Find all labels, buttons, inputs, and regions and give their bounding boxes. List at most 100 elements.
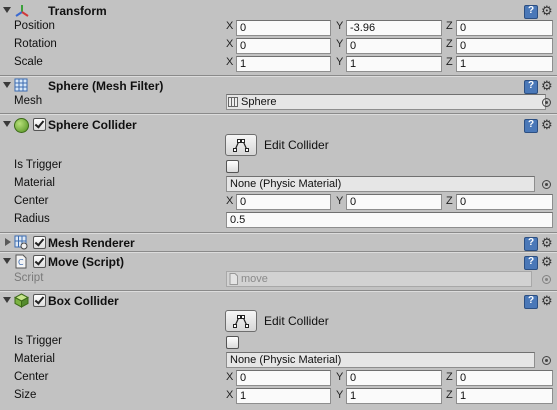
help-icon[interactable] (524, 5, 538, 19)
axis-y-label: Y (336, 371, 344, 383)
edit-collider-button[interactable] (225, 134, 257, 156)
scale-label: Scale (14, 56, 43, 68)
center-z-field[interactable]: 0 (456, 370, 553, 386)
axis-y-label: Y (336, 38, 344, 50)
mesh-renderer-header[interactable]: Mesh Renderer ⚙ (0, 234, 557, 252)
center-label: Center (14, 371, 49, 383)
axis-z-label: Z (446, 371, 453, 383)
help-icon[interactable] (524, 80, 538, 94)
transform-axes-icon (15, 5, 29, 17)
edit-collider-button[interactable] (225, 310, 257, 332)
help-icon[interactable] (524, 237, 538, 251)
axis-x-label: X (226, 371, 234, 383)
gear-icon[interactable]: ⚙ (541, 255, 555, 269)
help-icon[interactable] (524, 119, 538, 133)
material-object-field[interactable]: None (Physic Material) (226, 352, 535, 368)
gear-icon[interactable]: ⚙ (541, 236, 555, 250)
script-object-field: move (226, 271, 532, 287)
size-z-field[interactable]: 1 (456, 388, 553, 404)
rotation-z-field[interactable]: 0 (456, 38, 553, 54)
size-x-field[interactable]: 1 (236, 388, 331, 404)
script-asset-icon (229, 273, 238, 285)
size-y-field[interactable]: 1 (346, 388, 442, 404)
transform-header[interactable]: Transform ⚙ (0, 2, 557, 20)
is-trigger-label: Is Trigger (14, 335, 62, 347)
position-x-field[interactable]: 0 (236, 20, 331, 36)
center-y-field[interactable]: 0 (346, 370, 442, 386)
rotation-x-field[interactable]: 0 (236, 38, 331, 54)
move-script-header[interactable]: C Move (Script) ⚙ (0, 253, 557, 271)
gear-icon[interactable]: ⚙ (541, 79, 555, 93)
object-picker-icon (542, 275, 551, 284)
center-label: Center (14, 195, 49, 207)
edit-collider-label: Edit Collider (264, 314, 329, 328)
script-value: move (241, 273, 268, 285)
scale-x-field[interactable]: 1 (236, 56, 331, 72)
box-collider-icon (14, 293, 29, 308)
center-y-field[interactable]: 0 (346, 194, 442, 210)
center-x-field[interactable]: 0 (236, 370, 331, 386)
box-collider-header[interactable]: Box Collider ⚙ (0, 292, 557, 310)
axis-y-label: Y (336, 56, 344, 68)
axis-x-label: X (226, 38, 234, 50)
material-object-field[interactable]: None (Physic Material) (226, 176, 535, 192)
foldout-arrow-icon[interactable] (3, 7, 11, 13)
foldout-arrow-icon[interactable] (3, 297, 11, 303)
component-title: Box Collider (48, 294, 119, 308)
position-z-field[interactable]: 0 (456, 20, 553, 36)
axis-x-label: X (226, 56, 234, 68)
rotation-label: Rotation (14, 38, 57, 50)
position-y-field[interactable]: -3.96 (346, 20, 442, 36)
size-label: Size (14, 389, 37, 401)
component-title: Sphere (Mesh Filter) (48, 79, 164, 93)
object-picker-icon[interactable] (542, 180, 551, 189)
mesh-object-field[interactable]: Sphere (226, 94, 546, 110)
object-picker-icon[interactable] (542, 356, 551, 365)
position-label: Position (14, 20, 55, 32)
axis-z-label: Z (446, 389, 453, 401)
component-title: Mesh Renderer (48, 236, 135, 250)
material-label: Material (14, 353, 55, 365)
axis-y-label: Y (336, 195, 344, 207)
foldout-arrow-icon[interactable] (3, 121, 11, 127)
scale-z-field[interactable]: 1 (456, 56, 553, 72)
object-picker-icon[interactable] (542, 98, 551, 107)
is-trigger-label: Is Trigger (14, 159, 62, 171)
edit-collider-icon (233, 139, 249, 152)
axis-z-label: Z (446, 20, 453, 32)
enabled-checkbox[interactable] (33, 255, 46, 268)
gear-icon[interactable]: ⚙ (541, 4, 555, 18)
mesh-label: Mesh (14, 95, 43, 107)
radius-field[interactable]: 0.5 (226, 212, 553, 228)
edit-collider-icon (233, 315, 249, 328)
axis-x-label: X (226, 20, 234, 32)
is-trigger-checkbox[interactable] (226, 160, 239, 173)
center-z-field[interactable]: 0 (456, 194, 553, 210)
foldout-arrow-icon[interactable] (3, 82, 11, 88)
enabled-checkbox[interactable] (33, 236, 46, 249)
scale-y-field[interactable]: 1 (346, 56, 442, 72)
foldout-arrow-icon[interactable] (5, 238, 11, 246)
enabled-checkbox[interactable] (33, 118, 46, 131)
help-icon[interactable] (524, 256, 538, 270)
component-title: Move (Script) (48, 255, 125, 269)
gear-icon[interactable]: ⚙ (541, 294, 555, 308)
sphere-collider-header[interactable]: Sphere Collider ⚙ (0, 116, 557, 134)
axis-x-label: X (226, 389, 234, 401)
center-x-field[interactable]: 0 (236, 194, 331, 210)
script-label: Script (14, 272, 44, 284)
axis-z-label: Z (446, 38, 453, 50)
sphere-collider-icon (14, 118, 29, 133)
mesh-filter-header[interactable]: Sphere (Mesh Filter) ⚙ (0, 77, 557, 95)
edit-collider-label: Edit Collider (264, 138, 329, 152)
component-title: Sphere Collider (48, 118, 137, 132)
is-trigger-checkbox[interactable] (226, 336, 239, 349)
mesh-asset-icon (228, 97, 238, 107)
help-icon[interactable] (524, 295, 538, 309)
gear-icon[interactable]: ⚙ (541, 118, 555, 132)
axis-z-label: Z (446, 56, 453, 68)
rotation-y-field[interactable]: 0 (346, 38, 442, 54)
enabled-checkbox[interactable] (33, 294, 46, 307)
foldout-arrow-icon[interactable] (3, 258, 11, 264)
axis-y-label: Y (336, 20, 344, 32)
